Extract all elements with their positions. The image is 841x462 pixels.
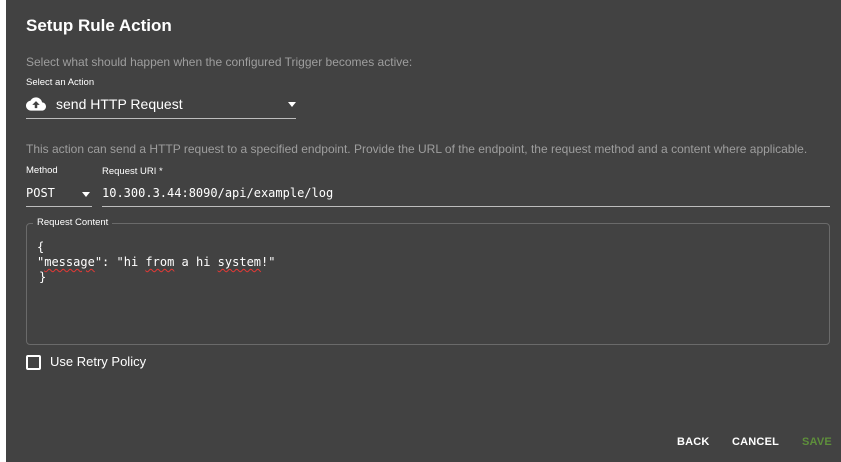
code-key-text: "message" [37, 255, 103, 269]
code-close-brace: } [39, 270, 47, 284]
request-content-text: { "message": "hi from a hi system!" } [37, 240, 275, 285]
code-key: "message" [37, 255, 102, 269]
request-uri-input[interactable]: 10.300.3.44:8090/api/example/log [102, 182, 830, 207]
chevron-down-icon [82, 192, 90, 197]
code-value-part: a hi [174, 255, 218, 269]
method-label: Method [26, 165, 58, 176]
request-uri-label: Request URI * [102, 166, 163, 177]
request-content-label: Request Content [33, 217, 113, 228]
code-line: "message": "hi from a hi system!" [37, 255, 275, 270]
action-select-value: send HTTP Request [56, 96, 183, 112]
retry-policy-checkbox[interactable] [26, 355, 41, 370]
code-line: } [37, 270, 275, 285]
method-select-value: POST [26, 186, 55, 200]
back-button[interactable]: BACK [677, 436, 710, 448]
code-value-part: "hi [116, 255, 146, 269]
save-button[interactable]: SAVE [802, 436, 832, 448]
code-line: { [37, 240, 275, 255]
code-value-from: from [145, 255, 175, 269]
code-value-end: !" [261, 255, 276, 269]
cancel-button[interactable]: CANCEL [732, 436, 779, 448]
request-uri-value: 10.300.3.44:8090/api/example/log [102, 186, 334, 200]
code-value-system: system [217, 255, 262, 269]
chevron-down-icon [288, 102, 296, 107]
dialog-title: Setup Rule Action [26, 16, 172, 35]
action-select-label: Select an Action [26, 77, 95, 88]
dialog-description: Select what should happen when the confi… [26, 55, 413, 69]
request-content-textarea[interactable]: Request Content { "message": "hi from a … [26, 217, 830, 345]
code-open-brace: { [37, 240, 45, 254]
setup-rule-action-dialog: Setup Rule Action Select what should hap… [6, 0, 841, 462]
retry-policy-label: Use Retry Policy [50, 354, 147, 369]
code-separator: : [102, 255, 117, 269]
action-description: This action can send a HTTP request to a… [26, 142, 808, 156]
method-select[interactable]: POST [26, 182, 92, 207]
action-select[interactable]: send HTTP Request [26, 92, 296, 119]
cloud-upload-icon [26, 97, 46, 111]
